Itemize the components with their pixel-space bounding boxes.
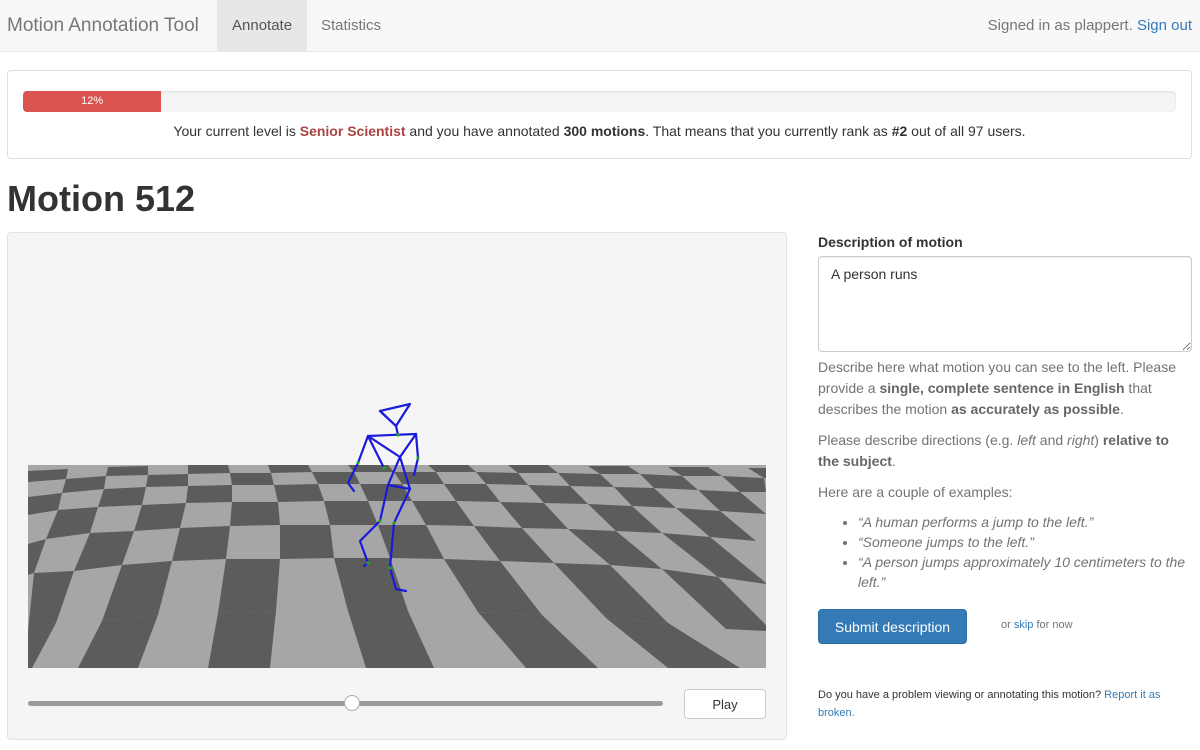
help-text-description: Describe here what motion you can see to…: [818, 357, 1190, 420]
examples-intro: Here are a couple of examples:: [818, 484, 1013, 500]
level-text-1: Your current level is: [173, 123, 300, 139]
help-1b: single, complete sentence in English: [879, 380, 1125, 396]
description-label: Description of motion: [818, 234, 963, 250]
signed-in-text: Signed in as plappert.: [987, 17, 1133, 34]
tab-annotate[interactable]: Annotate: [217, 0, 308, 51]
page-title: Motion 512: [7, 178, 196, 219]
user-rank: #2: [891, 123, 908, 139]
example-item: “Someone jumps to the left.”: [858, 532, 1200, 552]
level-text-2: and you have annotated: [405, 123, 564, 139]
slider-thumb[interactable]: [343, 695, 360, 711]
skip-line: or skip for now: [1001, 619, 1073, 631]
help-2g: .: [891, 453, 896, 469]
description-textarea[interactable]: A person runs: [818, 256, 1192, 352]
level-text-3: . That means that you currently rank as: [645, 123, 892, 139]
help-2c: and: [1035, 432, 1068, 448]
motion-3d-scene[interactable]: [28, 393, 766, 668]
level-panel: 12% Your current level is Senior Scienti…: [7, 70, 1192, 159]
help-2b: left: [1017, 432, 1036, 448]
playback-slider[interactable]: [28, 695, 663, 711]
help-2d: right: [1067, 432, 1095, 448]
help-text-directions: Please describe directions (e.g. left an…: [818, 430, 1190, 472]
navbar: Motion Annotation Tool Annotate Statisti…: [0, 0, 1200, 52]
skip-suffix: for now: [1033, 619, 1073, 631]
signed-in-status: Signed in as plappert. Sign out: [988, 17, 1192, 34]
skip-prefix: or: [1001, 619, 1014, 631]
example-item: “A person jumps approximately 10 centime…: [858, 552, 1200, 592]
submit-description-button[interactable]: Submit description: [818, 609, 967, 644]
tab-statistics[interactable]: Statistics: [306, 0, 396, 51]
annotated-count: 300 motions: [563, 123, 646, 139]
help-1d: as accurately as possible: [951, 401, 1120, 417]
progress-bar-track: 12%: [23, 91, 1176, 112]
examples-list: “A human performs a jump to the left.” “…: [838, 512, 1200, 592]
help-2e: ): [1094, 432, 1103, 448]
level-text-4: out of all 97 users.: [907, 123, 1026, 139]
motion-viewer-panel: Play: [7, 232, 787, 740]
sign-out-link[interactable]: Sign out: [1137, 17, 1192, 34]
report-problem-text: Do you have a problem viewing or annotat…: [818, 686, 1194, 722]
skip-link[interactable]: skip: [1014, 619, 1034, 631]
progress-bar-fill: 12%: [23, 91, 162, 112]
help-1e: .: [1119, 401, 1124, 417]
play-button[interactable]: Play: [684, 689, 766, 719]
level-summary: Your current level is Senior Scientist a…: [8, 123, 1191, 139]
app-brand[interactable]: Motion Annotation Tool: [7, 15, 199, 37]
example-item: “A human performs a jump to the left.”: [858, 512, 1200, 532]
level-name: Senior Scientist: [299, 123, 406, 139]
help-2a: Please describe directions (e.g.: [818, 432, 1018, 448]
report-text: Do you have a problem viewing or annotat…: [818, 689, 1105, 701]
